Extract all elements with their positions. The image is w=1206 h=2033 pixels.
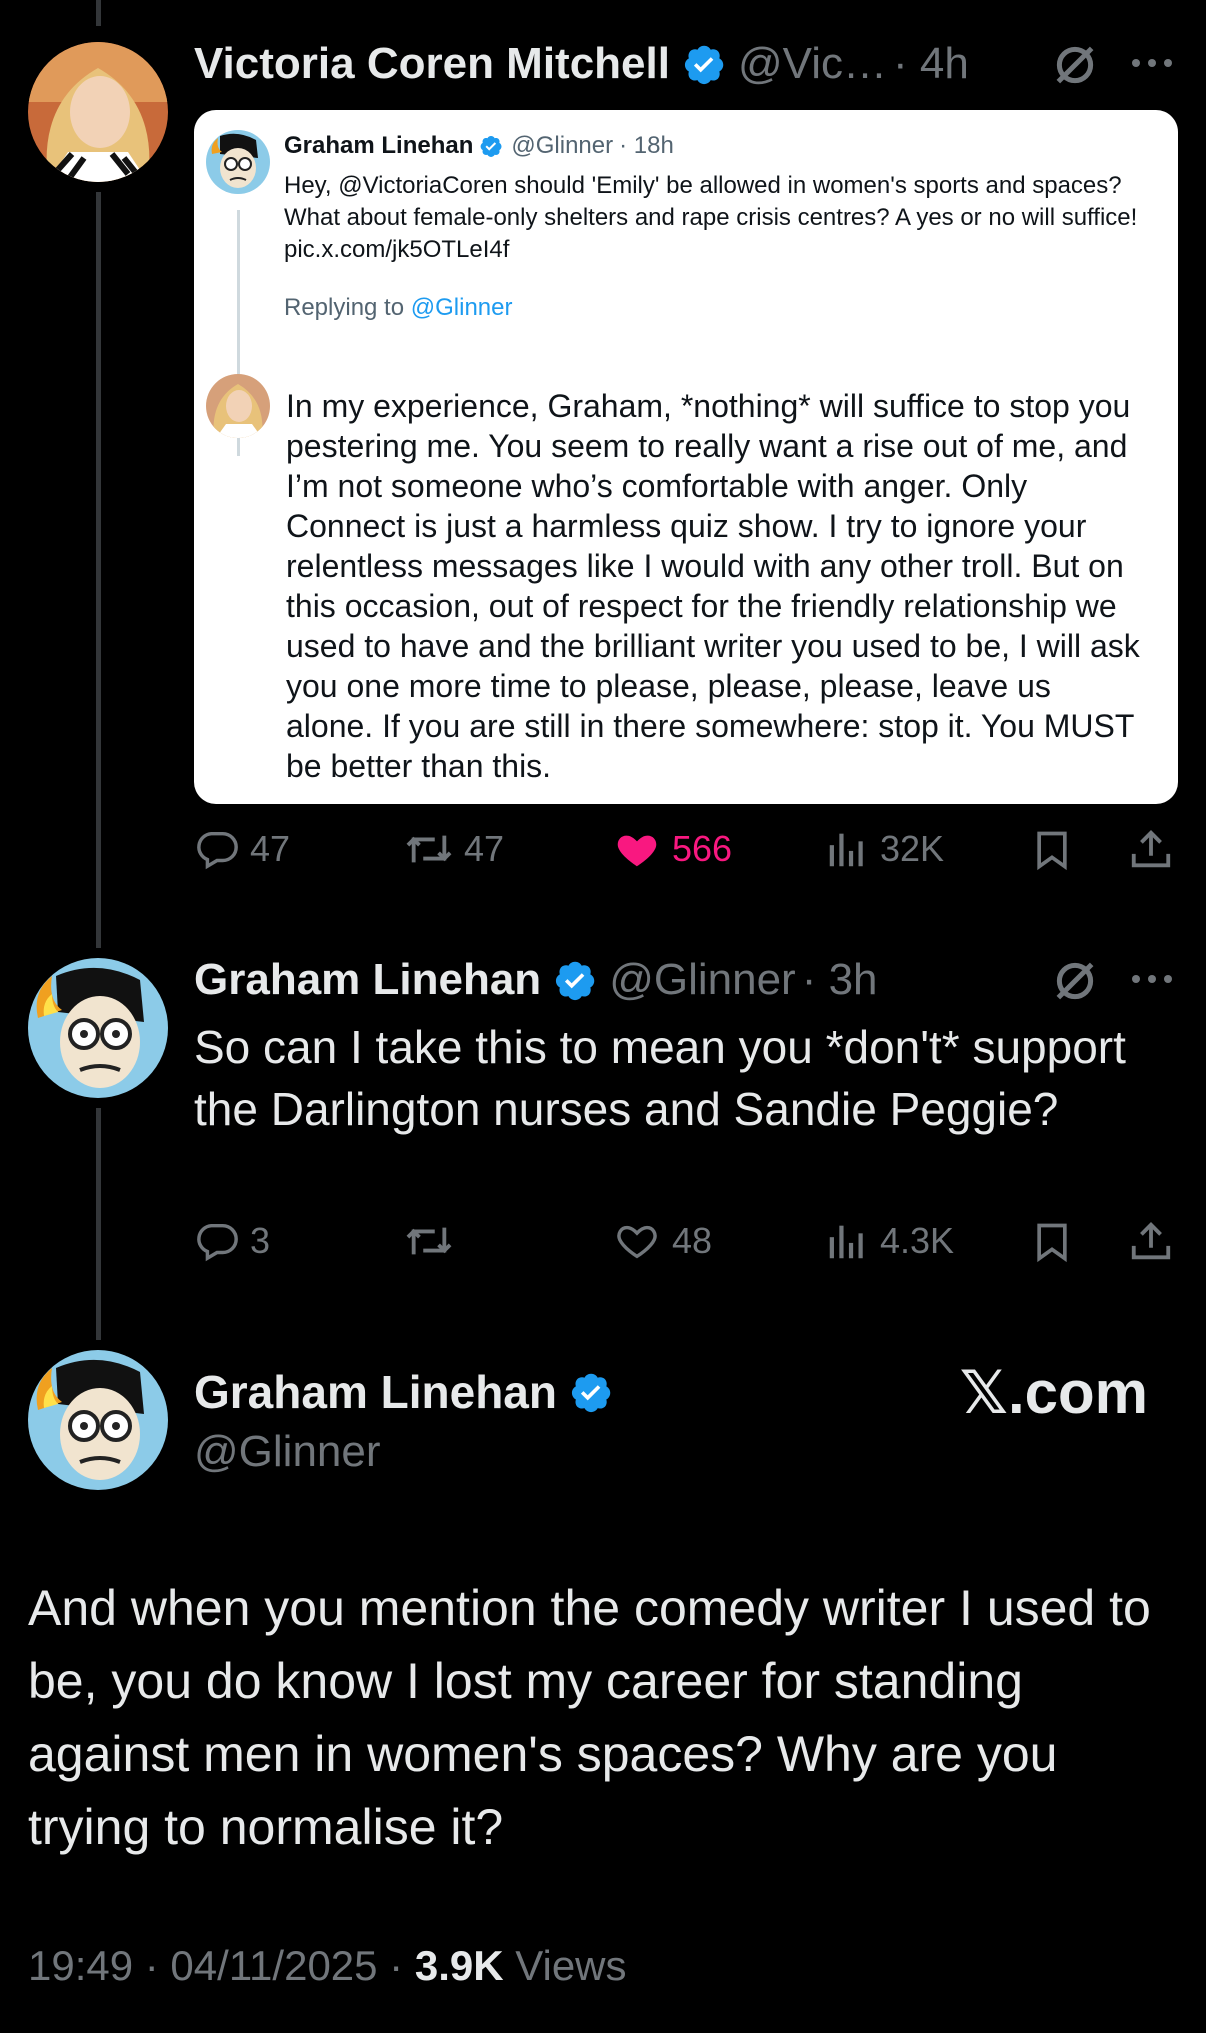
- reply-button[interactable]: 3: [194, 1218, 270, 1264]
- replying-handle-link[interactable]: @Glinner: [411, 294, 513, 321]
- tweet3-handle-row: @Glinner: [194, 1424, 381, 1480]
- repost-icon: [406, 1227, 452, 1255]
- verified-badge-icon: [553, 958, 597, 1002]
- tweet1-author-name[interactable]: Victoria Coren Mitchell: [194, 39, 670, 89]
- tweet3-text: And when you mention the comedy writer I…: [28, 1580, 1151, 1855]
- avatar-victoria-mini: [206, 374, 270, 438]
- avatar-graham-mini: [206, 130, 270, 194]
- tweet3-views-count[interactable]: 3.9K: [415, 1942, 504, 1989]
- verified-badge-icon: [569, 1370, 613, 1414]
- x-com-watermark: 𝕏.com: [959, 1359, 1148, 1426]
- tweet3-views-label: Views: [503, 1942, 627, 1989]
- replying-to: Replying to @Glinner: [284, 294, 512, 322]
- tweet3-author-name[interactable]: Graham Linehan: [194, 1365, 557, 1419]
- slash-circle-icon[interactable]: [1050, 956, 1100, 1006]
- quoted-thread-card[interactable]: Graham Linehan @Glinner · 18h Hey, @Vict…: [194, 110, 1178, 804]
- heart-icon: [617, 1225, 657, 1259]
- tweet1-header: Victoria Coren Mitchell @Vic… · 4h: [194, 36, 969, 92]
- share-icon: [1131, 830, 1171, 868]
- repost-count: 47: [464, 828, 505, 869]
- tweet2-header: Graham Linehan @Glinner · 3h: [194, 952, 878, 1008]
- views-icon: [829, 833, 863, 867]
- quoted-handle: @Glinner: [511, 132, 614, 159]
- repost-button[interactable]: [404, 1218, 464, 1264]
- more-icon[interactable]: [1128, 48, 1176, 78]
- like-button[interactable]: 566: [612, 826, 732, 872]
- repost-button[interactable]: 47: [404, 826, 504, 872]
- tweet1-actions: 47 47 566 32K: [194, 826, 1184, 886]
- bookmark-icon: [1037, 1223, 1067, 1263]
- avatar-graham[interactable]: [28, 1350, 168, 1490]
- views-count: 32K: [880, 828, 945, 869]
- tweet3-timestamp[interactable]: 19:49 · 04/11/2025 ·: [28, 1942, 415, 1989]
- share-button[interactable]: [1128, 826, 1174, 874]
- quoted-tweet-text: Hey, @VictoriaCoren should 'Emily' be al…: [284, 172, 1138, 263]
- reply-button[interactable]: 47: [194, 826, 290, 872]
- like-count: 566: [672, 828, 733, 869]
- quoted-author-name: Graham Linehan: [284, 132, 474, 159]
- tweet2-actions: 3 48 4.3K: [194, 1218, 1184, 1278]
- share-button[interactable]: [1128, 1218, 1174, 1266]
- reply-icon: [197, 1223, 238, 1262]
- quoted-tweet-header: Graham Linehan @Glinner · 18h: [284, 132, 674, 160]
- thread-line-2: [96, 1108, 101, 1340]
- reply-icon: [197, 831, 238, 870]
- bookmark-button[interactable]: [1030, 826, 1074, 874]
- reply-count: 3: [250, 1220, 271, 1261]
- views-button[interactable]: 32K: [824, 826, 944, 872]
- quoted-time: · 18h: [619, 132, 674, 159]
- bookmark-button[interactable]: [1030, 1218, 1074, 1266]
- heart-filled-icon: [617, 835, 657, 867]
- verified-badge-icon: [479, 134, 503, 158]
- replying-prefix: Replying to: [284, 294, 411, 321]
- tweet3-name-row: Graham Linehan: [194, 1364, 613, 1420]
- like-count: 48: [672, 1220, 713, 1261]
- tweet3-handle[interactable]: @Glinner: [194, 1427, 381, 1477]
- views-count: 4.3K: [880, 1220, 955, 1261]
- tweet1-handle[interactable]: @Vic…: [738, 39, 887, 89]
- thread-line-top: [96, 0, 101, 26]
- tweet2-text: So can I take this to mean you *don't* s…: [194, 1021, 1126, 1135]
- tweet1-time[interactable]: · 4h: [893, 39, 969, 89]
- reply-count: 47: [250, 828, 291, 869]
- verified-badge-icon: [682, 42, 726, 86]
- tweet3-meta: 19:49 · 04/11/2025 · 3.9K Views: [28, 1942, 627, 1990]
- more-icon[interactable]: [1128, 964, 1176, 994]
- bookmark-icon: [1037, 831, 1067, 871]
- avatar-victoria[interactable]: [28, 42, 168, 182]
- tweet2-time[interactable]: · 3h: [802, 955, 878, 1005]
- like-button[interactable]: 48: [612, 1218, 712, 1264]
- tweet2-handle[interactable]: @Glinner: [609, 955, 796, 1005]
- repost-icon: [406, 835, 452, 863]
- views-icon: [829, 1225, 863, 1259]
- share-icon: [1131, 1222, 1171, 1260]
- victoria-reply-text: In my experience, Graham, *nothing* will…: [286, 388, 1140, 784]
- thread-line-1: [96, 192, 101, 948]
- views-button[interactable]: 4.3K: [824, 1218, 954, 1264]
- slash-circle-icon[interactable]: [1050, 40, 1100, 90]
- avatar-graham[interactable]: [28, 958, 168, 1098]
- tweet2-author-name[interactable]: Graham Linehan: [194, 955, 541, 1005]
